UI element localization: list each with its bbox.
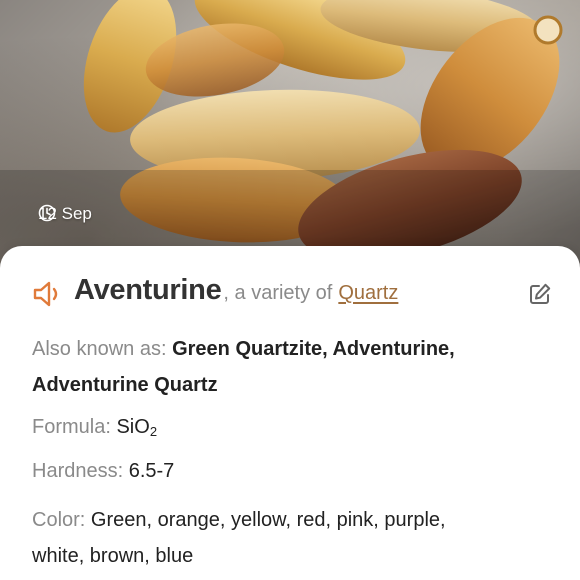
mineral-name: Aventurine (74, 274, 222, 306)
hardness-value: 6.5-7 (128, 460, 175, 482)
color-value-line2: white, brown, blue (32, 545, 194, 567)
hardness-label: Hardness: (32, 460, 124, 482)
formula-row: Formula: SiO2 (32, 409, 157, 450)
mineral-info-card: Aventurine , a variety of Quartz Also kn… (0, 246, 580, 580)
variety-link[interactable]: Quartz (338, 282, 398, 305)
clock-icon (38, 204, 56, 222)
hardness-row: Hardness: 6.5-7 (32, 453, 174, 489)
photo-date-row: 12 Sep (38, 204, 92, 224)
aka-value-line2: Adventurine Quartz (32, 374, 218, 396)
speaker-icon[interactable] (32, 279, 66, 309)
also-known-as: Also known as: Green Quartzite, Adventur… (32, 331, 455, 403)
color-value-line1: Green, orange, yellow, red, pink, purple… (90, 509, 446, 531)
color-label: Color: (32, 509, 86, 531)
mineral-photo[interactable]: 12 Sep (0, 0, 580, 280)
beads-illustration (0, 0, 580, 280)
formula-value: SiO2 (116, 416, 158, 439)
aka-label: Also known as: (32, 338, 167, 360)
formula-label: Formula: (32, 416, 111, 438)
color-row: Color: Green, orange, yellow, red, pink,… (32, 502, 446, 574)
bead-hole (533, 15, 563, 45)
edit-icon[interactable] (528, 282, 552, 306)
title-row: Aventurine , a variety of Quartz (32, 274, 552, 314)
aka-value-line1: Green Quartzite, Adventurine, (172, 338, 455, 360)
variety-prefix: , a variety of (223, 282, 333, 304)
